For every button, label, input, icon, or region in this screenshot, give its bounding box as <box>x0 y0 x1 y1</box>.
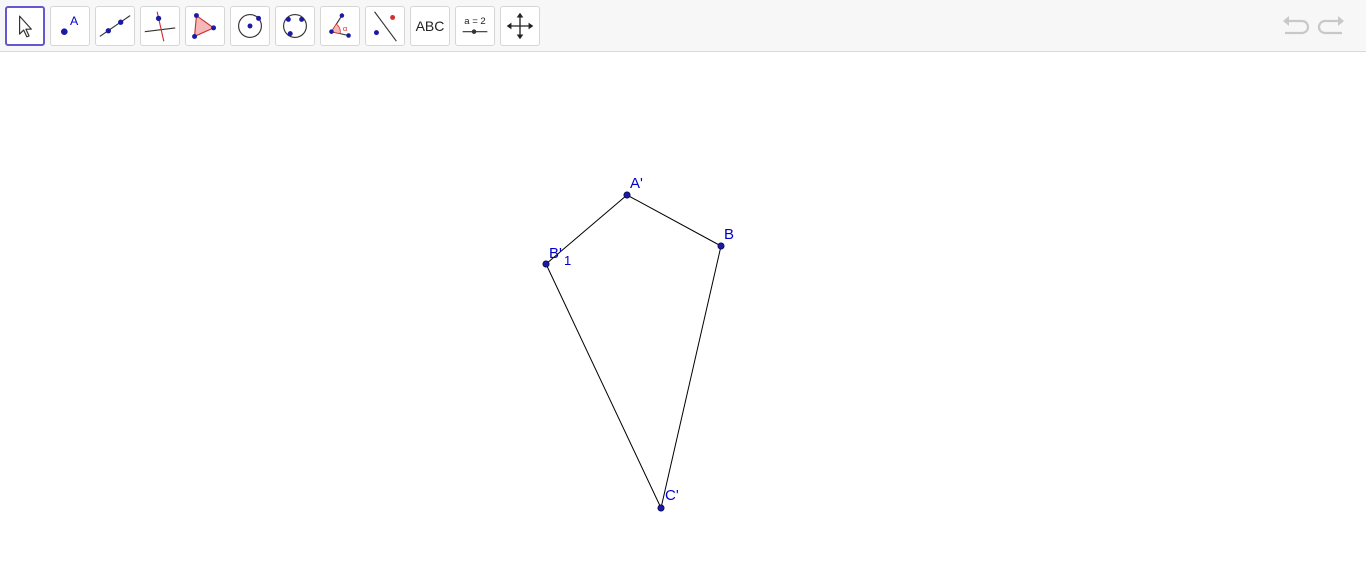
point-b[interactable] <box>717 242 725 250</box>
reflect-about-line-icon <box>373 11 397 42</box>
point-a1[interactable] <box>623 191 631 199</box>
line-tool-button[interactable] <box>95 6 135 46</box>
polygon-icon <box>192 13 217 39</box>
polygon-tool-button[interactable] <box>185 6 225 46</box>
undo-icon <box>1283 16 1310 35</box>
line-through-two-points-icon <box>99 15 131 37</box>
slider-tool-label: a = 2 <box>464 16 485 27</box>
angle-tool-button[interactable]: α <box>320 6 360 46</box>
point-tool-button[interactable]: A <box>50 6 90 46</box>
point-label-b1-subscript: 1 <box>564 253 571 268</box>
construction-svg: A' B C' B' 1 <box>542 175 734 512</box>
circle-center-point-icon <box>238 14 262 38</box>
undo-button[interactable] <box>1279 12 1311 40</box>
angle-icon: α <box>329 13 351 38</box>
circle-tool-button[interactable] <box>230 6 270 46</box>
move-graphics-view-icon <box>506 12 534 40</box>
point-label-b1: B' <box>549 245 562 262</box>
redo-button[interactable] <box>1316 12 1348 40</box>
graphics-view[interactable]: A' B C' B' 1 <box>0 53 1366 570</box>
slider-tool-button[interactable]: a = 2 <box>455 6 495 46</box>
toolbar: A α ABC a = 2 <box>0 0 1366 52</box>
point-tool-label: A <box>70 14 79 28</box>
arrow-cursor-icon <box>19 15 32 38</box>
move-graphics-view-tool-button[interactable] <box>500 6 540 46</box>
segment-a1-b[interactable] <box>626 194 722 247</box>
segments-group <box>545 194 722 509</box>
circle-three-points-icon <box>283 14 307 38</box>
reflect-tool-button[interactable] <box>365 6 405 46</box>
point-label-a1: A' <box>630 175 643 192</box>
point-label-c1: C' <box>665 487 679 504</box>
slider-icon: a = 2 <box>462 16 488 34</box>
angle-tool-label: α <box>343 24 348 33</box>
move-tool-button[interactable] <box>5 6 45 46</box>
point-c1[interactable] <box>657 504 665 512</box>
segment-b-c1[interactable] <box>660 245 722 509</box>
redo-icon <box>1317 16 1344 35</box>
text-icon: ABC <box>415 18 445 34</box>
circle-three-points-tool-button[interactable] <box>275 6 315 46</box>
segment-c1-b1[interactable] <box>545 263 662 509</box>
point-label-b: B <box>724 226 734 243</box>
perpendicular-line-icon <box>144 11 176 42</box>
perpendicular-line-tool-button[interactable] <box>140 6 180 46</box>
text-tool-button[interactable]: ABC <box>410 6 450 46</box>
point-icon: A <box>60 14 79 36</box>
labels-group: A' B C' B' 1 <box>549 175 734 504</box>
